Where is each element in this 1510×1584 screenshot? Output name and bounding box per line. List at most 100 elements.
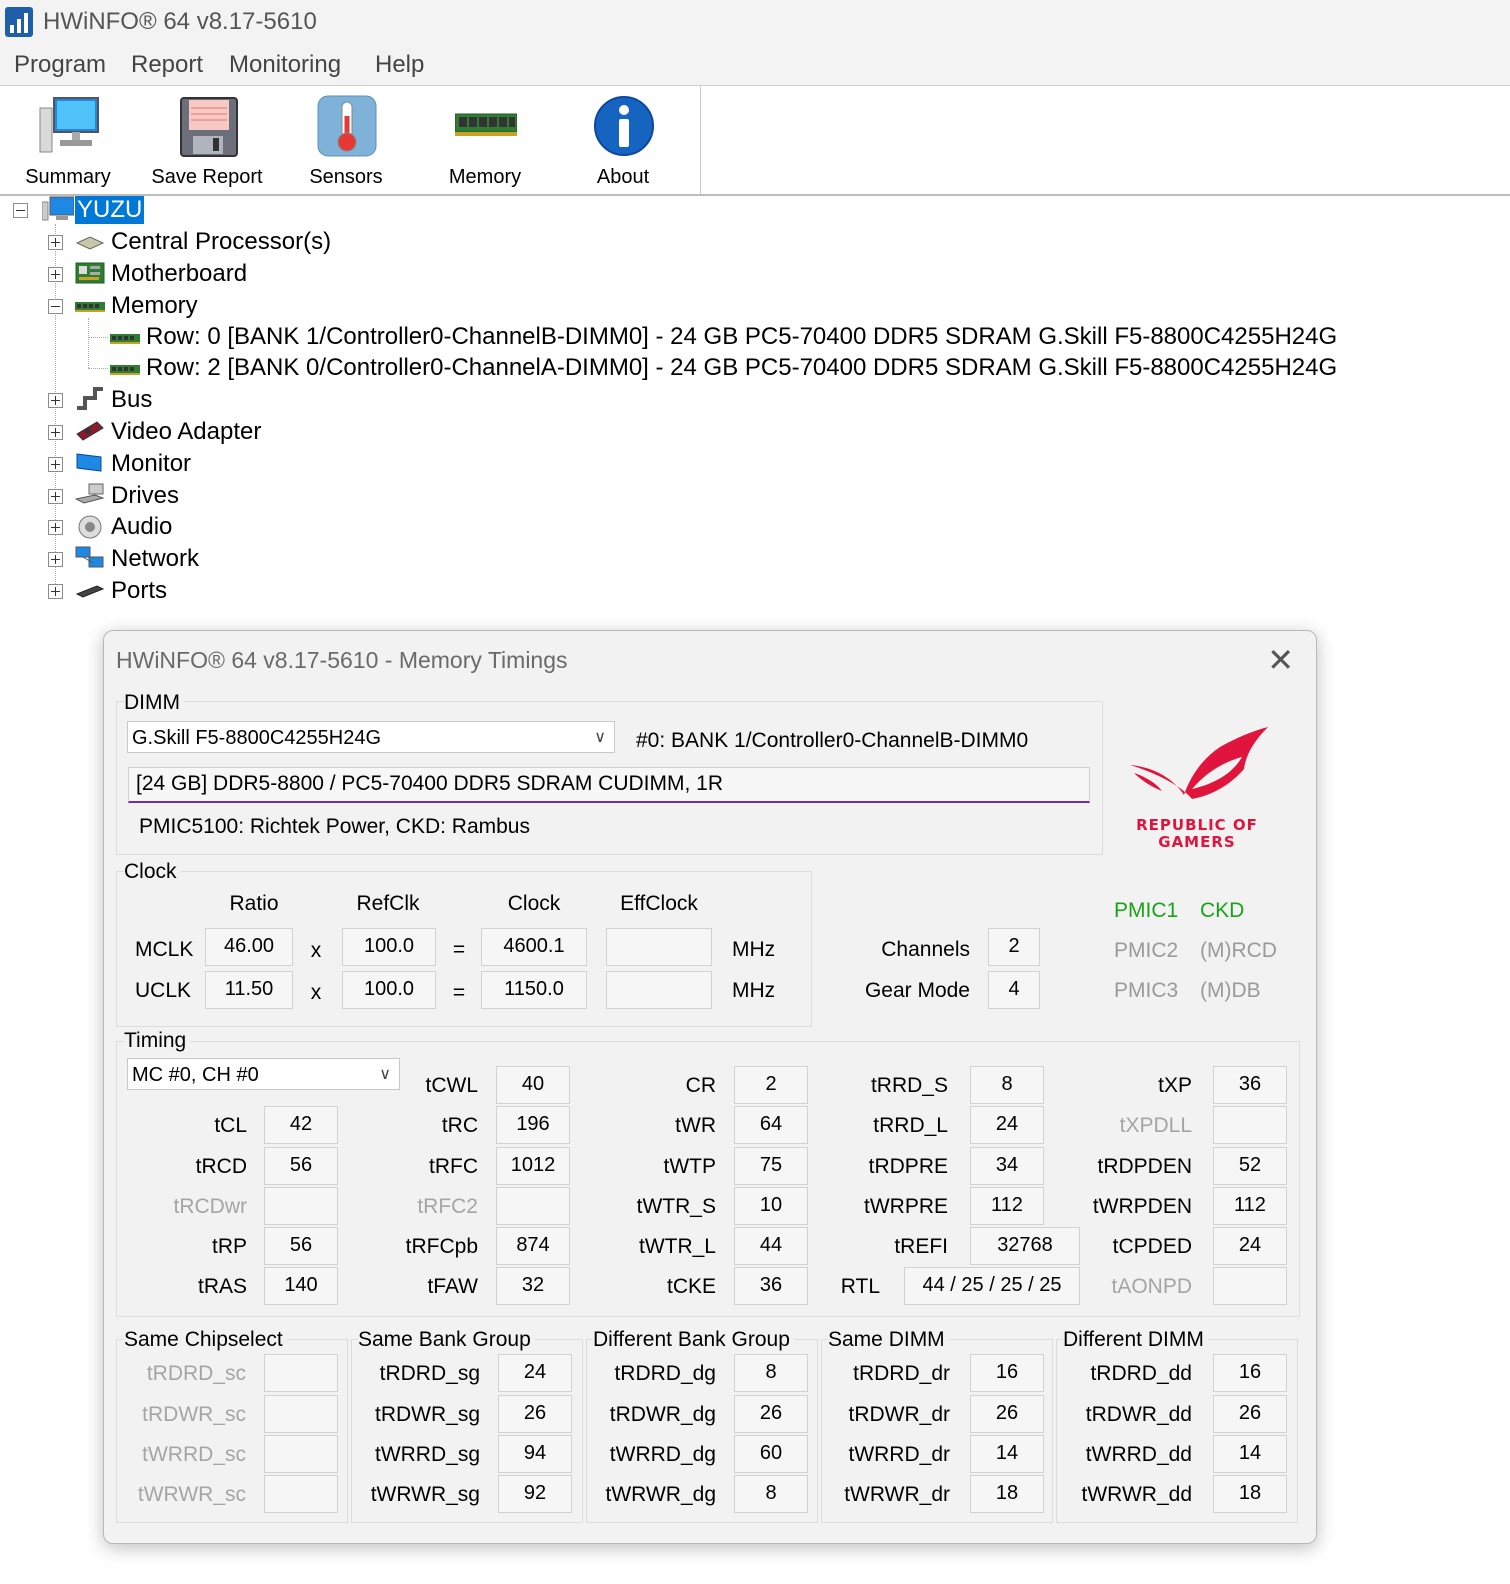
trdwr-dr-label: tRDWR_dr bbox=[848, 1403, 950, 1426]
speaker-icon bbox=[78, 515, 102, 539]
rtl-field: 44 / 25 / 25 / 25 bbox=[904, 1267, 1080, 1305]
tree-node-network[interactable]: Network bbox=[111, 545, 199, 573]
twrrd-dr-label: tWRRD_dr bbox=[848, 1443, 950, 1466]
twtp-label: tWTP bbox=[663, 1155, 717, 1178]
twrrd-sc-label: tWRRD_sc bbox=[142, 1443, 246, 1466]
chevron-down-icon: ∨ bbox=[594, 729, 606, 746]
rtl-label: RTL bbox=[840, 1275, 880, 1298]
memory-timings-dialog: HWiNFO® 64 v8.17-5610 - Memory Timings ✕… bbox=[103, 630, 1317, 1544]
trdwr-dd-label: tRDWR_dd bbox=[1085, 1403, 1192, 1426]
about-button[interactable]: About bbox=[558, 92, 688, 190]
expand-toggle-network[interactable] bbox=[48, 552, 63, 567]
sensors-button[interactable]: Sensors bbox=[281, 92, 411, 190]
tree-node-bus[interactable]: Bus bbox=[111, 386, 152, 414]
tcwl-label: tCWL bbox=[425, 1074, 479, 1097]
tree-node-audio[interactable]: Audio bbox=[111, 513, 172, 541]
expand-toggle-drives[interactable] bbox=[48, 489, 63, 504]
trdrd-sg-field: 24 bbox=[498, 1354, 572, 1392]
dialog-title: HWiNFO® 64 v8.17-5610 - Memory Timings bbox=[116, 647, 568, 673]
trfc-field: 1012 bbox=[496, 1147, 570, 1185]
multiply-sign: x bbox=[310, 981, 322, 1004]
mdb-status: (M)DB bbox=[1200, 979, 1261, 1002]
tree-node-memory[interactable]: Memory bbox=[111, 292, 198, 320]
twrrd-dd-field: 14 bbox=[1213, 1435, 1287, 1473]
trrd-s-label: tRRD_S bbox=[870, 1074, 948, 1097]
expand-toggle-audio[interactable] bbox=[48, 520, 63, 535]
pmic2-status: PMIC2 bbox=[1114, 939, 1179, 962]
twrwr-dg-label: tWRWR_dg bbox=[605, 1483, 716, 1506]
summary-button[interactable]: Summary bbox=[3, 92, 133, 190]
dimm-select[interactable]: G.Skill F5-8800C4255H24G ∨ bbox=[127, 721, 615, 753]
equals-sign: = bbox=[452, 938, 466, 961]
tree-node-ports[interactable]: Ports bbox=[111, 577, 167, 605]
memory-label: Memory bbox=[448, 166, 522, 188]
tree-node-motherboard[interactable]: Motherboard bbox=[111, 260, 247, 288]
expand-toggle-monitor[interactable] bbox=[48, 457, 63, 472]
twtr-s-label: tWTR_S bbox=[636, 1195, 716, 1218]
tcpded-field: 24 bbox=[1213, 1227, 1287, 1265]
trcdwr-field bbox=[264, 1187, 338, 1225]
mc-channel-select[interactable]: MC #0, CH #0 ∨ bbox=[127, 1058, 400, 1090]
tcl-label: tCL bbox=[214, 1114, 247, 1137]
collapse-toggle-root[interactable] bbox=[13, 203, 28, 218]
expand-toggle-ports[interactable] bbox=[48, 584, 63, 599]
ram-module-icon bbox=[75, 302, 105, 312]
trcd-field: 56 bbox=[264, 1147, 338, 1185]
txpdll-label: tXPDLL bbox=[1119, 1114, 1192, 1137]
menu-program[interactable]: Program bbox=[14, 51, 106, 79]
trrd-l-label: tRRD_L bbox=[873, 1114, 948, 1137]
tree-node-memory-row2[interactable]: Row: 2 [BANK 0/Controller0-ChannelA-DIMM… bbox=[146, 354, 1337, 382]
trcd-label: tRCD bbox=[195, 1155, 247, 1178]
rog-eye-logo-icon bbox=[1130, 727, 1268, 799]
ratio-header: Ratio bbox=[229, 892, 279, 915]
trdrd-dg-label: tRDRD_dg bbox=[614, 1362, 716, 1385]
expand-toggle-bus[interactable] bbox=[48, 393, 63, 408]
trp-label: tRP bbox=[211, 1235, 247, 1258]
close-icon[interactable]: ✕ bbox=[1267, 641, 1294, 679]
different-bank-group-label: Different Bank Group bbox=[593, 1328, 794, 1352]
twrrd-dg-label: tWRRD_dg bbox=[609, 1443, 716, 1466]
expand-toggle-motherboard[interactable] bbox=[48, 267, 63, 282]
mrcd-status: (M)RCD bbox=[1200, 939, 1277, 962]
gear-mode-field: 4 bbox=[988, 971, 1040, 1009]
twrpre-field: 112 bbox=[970, 1187, 1044, 1225]
floppy-disk-icon bbox=[180, 97, 238, 157]
ckd-status: CKD bbox=[1200, 899, 1245, 922]
tree-node-memory-row0[interactable]: Row: 0 [BANK 1/Controller0-ChannelB-DIMM… bbox=[146, 323, 1337, 351]
menu-monitoring[interactable]: Monitoring bbox=[229, 51, 341, 79]
twrwr-dd-label: tWRWR_dd bbox=[1081, 1483, 1192, 1506]
trfc2-field bbox=[496, 1187, 570, 1225]
menu-report[interactable]: Report bbox=[131, 51, 203, 79]
thermometer-icon bbox=[317, 95, 377, 157]
tree-guide-line bbox=[88, 368, 108, 369]
uclk-effclock-field bbox=[606, 971, 712, 1009]
tree-node-cpu[interactable]: Central Processor(s) bbox=[111, 228, 331, 256]
collapse-toggle-memory[interactable] bbox=[48, 299, 63, 314]
uclk-clock-field: 1150.0 bbox=[481, 971, 587, 1009]
gpu-icon bbox=[76, 421, 104, 441]
twrwr-sg-field: 92 bbox=[498, 1475, 572, 1513]
tcwl-field: 40 bbox=[496, 1066, 570, 1104]
tree-guide-line bbox=[88, 337, 108, 338]
dimm-select-value: G.Skill F5-8800C4255H24G bbox=[132, 727, 382, 749]
menu-help[interactable]: Help bbox=[375, 51, 424, 79]
ram-module-icon bbox=[455, 113, 517, 136]
trdwr-dd-field: 26 bbox=[1213, 1395, 1287, 1433]
tfaw-label: tFAW bbox=[427, 1275, 478, 1298]
expand-toggle-cpu[interactable] bbox=[48, 235, 63, 250]
tcke-field: 36 bbox=[734, 1267, 808, 1305]
dimm-slot-text: #0: BANK 1/Controller0-ChannelB-DIMM0 bbox=[636, 729, 1029, 752]
tree-node-drives[interactable]: Drives bbox=[111, 482, 179, 510]
txp-label: tXP bbox=[1158, 1074, 1192, 1097]
mclk-effclock-field bbox=[606, 928, 712, 966]
trdrd-dr-field: 16 bbox=[970, 1354, 1044, 1392]
save-report-button[interactable]: Save Report bbox=[142, 92, 272, 190]
twrrd-dd-label: tWRRD_dd bbox=[1085, 1443, 1192, 1466]
uclk-refclk-field: 100.0 bbox=[342, 971, 436, 1009]
memory-button[interactable]: Memory bbox=[420, 92, 550, 190]
expand-toggle-video[interactable] bbox=[48, 425, 63, 440]
mclk-label: MCLK bbox=[135, 938, 194, 961]
tree-root-yuzu[interactable]: YUZU bbox=[75, 196, 145, 224]
tree-node-monitor[interactable]: Monitor bbox=[111, 450, 191, 478]
tree-node-video-adapter[interactable]: Video Adapter bbox=[111, 418, 261, 446]
